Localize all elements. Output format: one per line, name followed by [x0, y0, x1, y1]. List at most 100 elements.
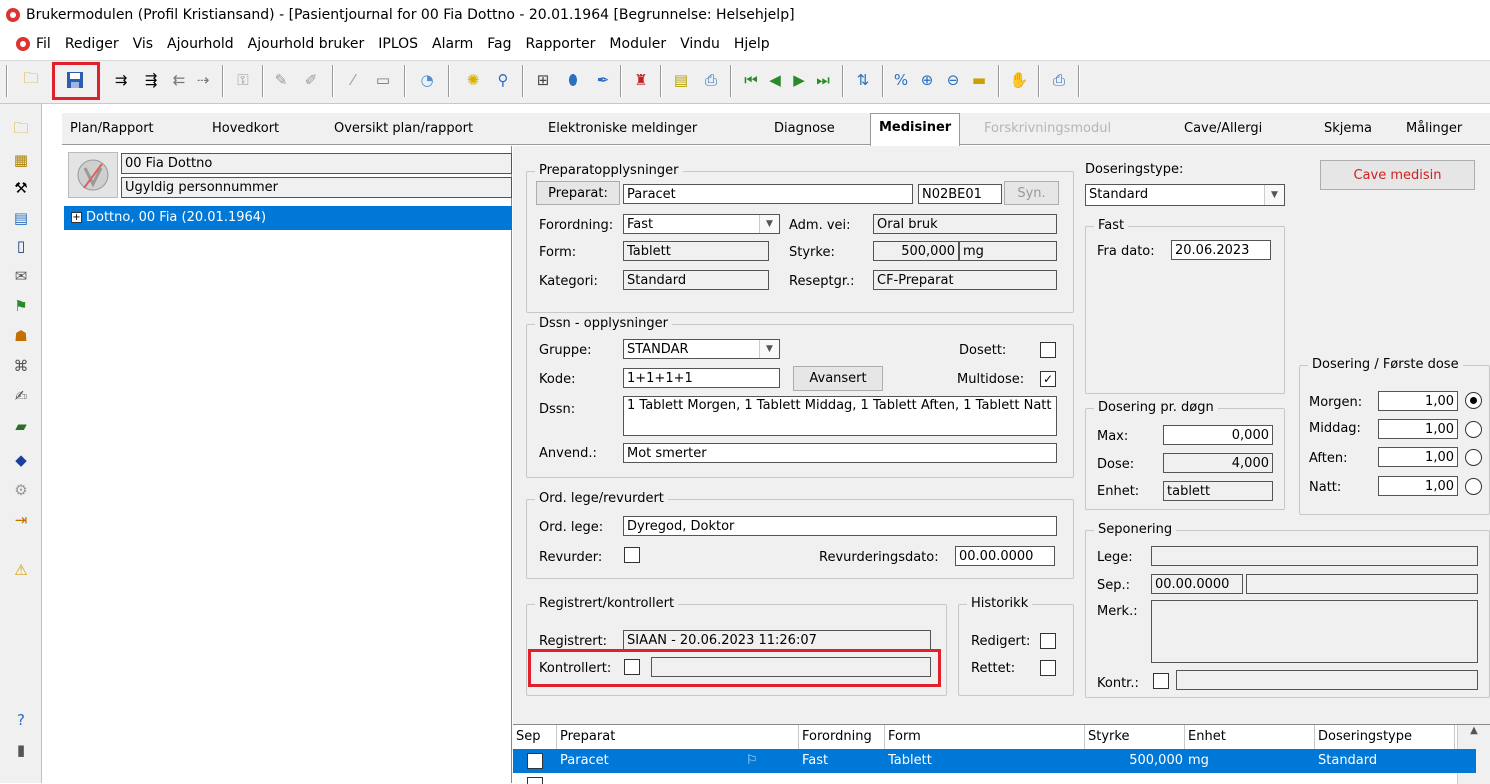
kode-field[interactable]: 1+1+1+1	[623, 368, 780, 388]
tab-medisiner[interactable]: Medisiner	[870, 113, 961, 146]
globe-icon[interactable]: ◔	[414, 67, 440, 93]
col-styrke[interactable]: Styrke	[1085, 725, 1185, 749]
col-sep[interactable]: Sep	[513, 725, 557, 749]
tab-oversikt[interactable]: Oversikt plan/rapport	[334, 121, 473, 136]
zoom-in-icon[interactable]: ⊕	[914, 67, 940, 93]
binoculars-icon[interactable]: ⊞	[530, 67, 556, 93]
patient-tree-item[interactable]: + Dottno, 00 Fia (20.01.1964)	[64, 206, 512, 230]
document-icon[interactable]: ▤	[8, 206, 34, 230]
sort-icon[interactable]: ⇅	[850, 67, 876, 93]
menu-vis[interactable]: Vis	[133, 36, 153, 52]
medicine-icon[interactable]: ♜	[628, 67, 654, 93]
natt-radio[interactable]	[1465, 478, 1482, 495]
menu-iplos[interactable]: IPLOS	[378, 36, 418, 52]
expand-icon[interactable]: +	[71, 212, 82, 223]
max-field[interactable]: 0,000	[1163, 425, 1273, 445]
col-enhet[interactable]: Enhet	[1185, 725, 1315, 749]
dosett-checkbox[interactable]	[1040, 342, 1056, 358]
menu-vindu[interactable]: Vindu	[680, 36, 720, 52]
morgen-radio[interactable]	[1465, 392, 1482, 409]
pen-icon[interactable]: ✎	[268, 67, 294, 93]
print-icon[interactable]: ⎙	[698, 67, 724, 93]
middag-radio[interactable]	[1465, 421, 1482, 438]
folder-icon[interactable]: 🗀	[8, 118, 34, 142]
tools-icon[interactable]: ⚒	[8, 176, 34, 200]
menu-moduler[interactable]: Moduler	[609, 36, 666, 52]
revurder-checkbox[interactable]	[624, 547, 640, 563]
search-icon[interactable]: ⚲	[490, 67, 516, 93]
pens-icon[interactable]: ✐	[298, 67, 324, 93]
revurderingsdato-field[interactable]: 00.00.0000	[955, 546, 1055, 566]
preparat-field[interactable]: Paracet	[623, 184, 913, 204]
tab-malinger[interactable]: Målinger	[1406, 121, 1462, 136]
redigert-checkbox[interactable]	[1040, 633, 1056, 649]
cave-medisin-button[interactable]: Cave medisin	[1320, 160, 1475, 190]
zoom-out-icon[interactable]: ⊖	[940, 67, 966, 93]
hand-icon[interactable]: ✋	[1006, 67, 1032, 93]
menu-rediger[interactable]: Rediger	[65, 36, 119, 52]
preparat-button[interactable]: Preparat:	[536, 181, 620, 205]
insert-sibling-icon[interactable]: ⇶	[138, 67, 164, 93]
col-form[interactable]: Form	[885, 725, 1085, 749]
tab-plan-rapport[interactable]: Plan/Rapport	[70, 121, 154, 136]
note-icon[interactable]: ✍	[8, 384, 34, 408]
tab-cave-allergi[interactable]: Cave/Allergi	[1184, 121, 1262, 136]
multidose-checkbox[interactable]: ✓	[1040, 371, 1056, 387]
insert-child-icon[interactable]: ⇉	[108, 67, 134, 93]
move-right-icon[interactable]: ⇢	[190, 67, 216, 93]
natt-field[interactable]: 1,00	[1378, 476, 1458, 496]
calendar-icon[interactable]: ▦	[8, 148, 34, 172]
bulb-icon[interactable]: ✺	[460, 67, 486, 93]
first-record-icon[interactable]: ⏮	[738, 67, 764, 93]
kontr-checkbox[interactable]	[1153, 673, 1169, 689]
shield-icon[interactable]: ◆	[8, 448, 34, 472]
fra-dato-field[interactable]: 20.06.2023	[1171, 240, 1271, 260]
prev-record-icon[interactable]: ◀	[762, 67, 788, 93]
menu-ajourhold-bruker[interactable]: Ajourhold bruker	[248, 36, 365, 52]
books-icon[interactable]: ▰	[8, 414, 34, 438]
notepad-icon[interactable]: ▤	[668, 67, 694, 93]
ruler-icon[interactable]: ▬	[966, 67, 992, 93]
flag-icon[interactable]: ⚑	[8, 294, 34, 318]
col-doseringstype[interactable]: Doseringstype	[1315, 725, 1455, 749]
aften-field[interactable]: 1,00	[1378, 447, 1458, 467]
syn-button[interactable]: Syn.	[1004, 181, 1059, 205]
gruppe-select[interactable]: STANDAR ▼	[623, 339, 780, 359]
tab-skjema[interactable]: Skjema	[1324, 121, 1372, 136]
middag-field[interactable]: 1,00	[1378, 419, 1458, 439]
tab-hovedkort[interactable]: Hovedkort	[212, 121, 279, 136]
chevron-down-icon[interactable]: ▼	[1264, 185, 1284, 205]
move-left-icon[interactable]: ⇇	[166, 67, 192, 93]
book-icon[interactable]: ▮	[8, 738, 34, 762]
dssn-field[interactable]: 1 Tablett Morgen, 1 Tablett Middag, 1 Ta…	[623, 396, 1057, 436]
menu-ajourhold[interactable]: Ajourhold	[167, 36, 234, 52]
col-preparat[interactable]: Preparat	[557, 725, 799, 749]
exit-icon[interactable]: ⇥	[8, 508, 34, 532]
tab-diagnose[interactable]: Diagnose	[774, 121, 835, 136]
rettet-checkbox[interactable]	[1040, 660, 1056, 676]
ord-lege-field[interactable]: Dyregod, Doktor	[623, 516, 1057, 536]
menu-fil[interactable]: Fil	[36, 36, 51, 52]
tab-elektroniske-meldinger[interactable]: Elektroniske meldinger	[548, 121, 697, 136]
pill-icon[interactable]: ⬮	[560, 67, 586, 93]
scroll-up-icon[interactable]: ▲	[1470, 725, 1478, 736]
menu-alarm[interactable]: Alarm	[432, 36, 473, 52]
line-icon[interactable]: ⁄	[340, 67, 366, 93]
help-icon[interactable]: ?	[8, 708, 34, 732]
table-row[interactable]: Paracet ⚐ Fast Tablett 500,000 mg Standa…	[513, 749, 1476, 773]
menu-hjelp[interactable]: Hjelp	[734, 36, 770, 52]
menu-fag[interactable]: Fag	[487, 36, 511, 52]
open-folder-icon[interactable]: 🗀	[18, 67, 44, 93]
doseringstype-select[interactable]: Standard ▼	[1085, 184, 1285, 206]
aften-radio[interactable]	[1465, 449, 1482, 466]
form-icon[interactable]: ▭	[370, 67, 396, 93]
anvend-field[interactable]: Mot smerter	[623, 443, 1057, 463]
tag-icon[interactable]: ⌘	[8, 354, 34, 378]
chevron-down-icon[interactable]: ▼	[759, 340, 779, 358]
syringe-icon[interactable]: ✒	[590, 67, 616, 93]
mail-icon[interactable]: ✉	[8, 264, 34, 288]
next-record-icon[interactable]: ▶	[786, 67, 812, 93]
print-preview-icon[interactable]: ⎙	[1046, 67, 1072, 93]
col-forordning[interactable]: Forordning	[799, 725, 885, 749]
lock-icon[interactable]: ⚿	[230, 67, 256, 93]
